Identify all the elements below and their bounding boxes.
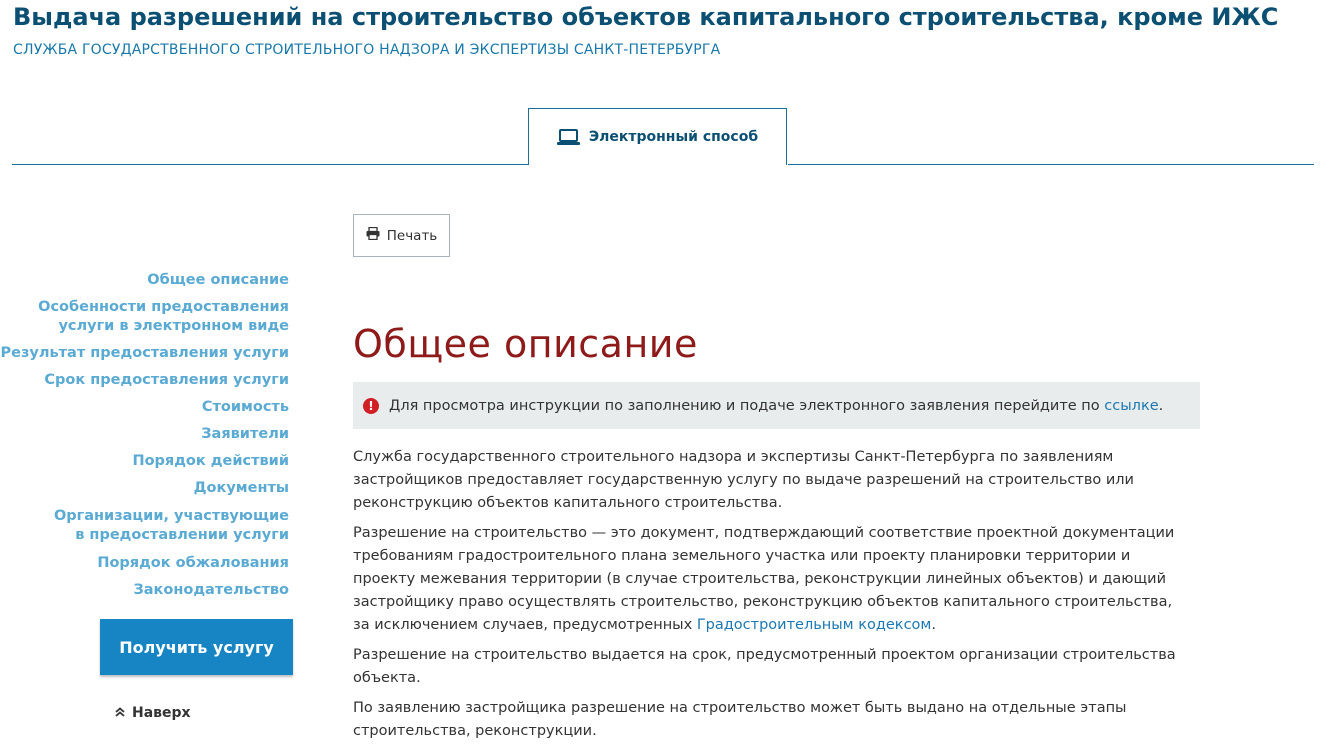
instruction-alert: ! Для просмотра инструкции по заполнению… bbox=[353, 382, 1200, 429]
sidebar-item-term[interactable]: Срок предоставления услуги bbox=[0, 371, 289, 390]
sidebar-item-line: услуги в электронном виде bbox=[58, 318, 289, 334]
paragraph: По заявлению застройщика разрешение на с… bbox=[353, 700, 1127, 739]
sidebar-item-documents[interactable]: Документы bbox=[0, 479, 289, 498]
tab-label: Электронный способ bbox=[588, 129, 759, 145]
description-content: Служба государственного строительного на… bbox=[353, 446, 1193, 750]
tab-divider-left bbox=[12, 164, 529, 165]
print-button[interactable]: Печать bbox=[353, 214, 450, 257]
sidebar-item-organizations[interactable]: Организации, участвующие в предоставлении… bbox=[0, 507, 289, 545]
paragraph-suffix: . bbox=[931, 617, 936, 633]
sidebar-item-appeal[interactable]: Порядок обжалования bbox=[0, 554, 289, 573]
double-chevron-up-icon bbox=[114, 705, 126, 721]
alert-suffix: . bbox=[1158, 397, 1164, 414]
alert-message: Для просмотра инструкции по заполнению и… bbox=[389, 397, 1105, 414]
printer-icon bbox=[366, 226, 380, 244]
paragraph: Разрешение на строительство выдается на … bbox=[353, 647, 1176, 686]
page-subtitle: СЛУЖБА ГОСУДАРСТВЕННОГО СТРОИТЕЛЬНОГО НА… bbox=[13, 42, 721, 58]
print-label: Печать bbox=[386, 227, 438, 244]
sidebar-item-procedure[interactable]: Порядок действий bbox=[0, 452, 289, 471]
laptop-icon bbox=[556, 129, 580, 145]
paragraph: Разрешение на строительство — это докуме… bbox=[353, 522, 1193, 637]
sidebar-item-line: в предоставлении услуги bbox=[75, 527, 289, 543]
instruction-link[interactable]: ссылке bbox=[1104, 398, 1158, 414]
exclamation-icon: ! bbox=[363, 397, 379, 414]
sidebar-item-electronic-features[interactable]: Особенности предоставления услуги в элект… bbox=[0, 298, 289, 336]
sidebar-item-line: Организации, участвующие bbox=[53, 508, 289, 524]
back-to-top-link[interactable]: Наверх bbox=[114, 705, 191, 721]
sidebar-item-applicants[interactable]: Заявители bbox=[0, 425, 289, 444]
get-service-button[interactable]: Получить услугу bbox=[100, 619, 293, 675]
sidebar-item-cost[interactable]: Стоимость bbox=[0, 398, 289, 417]
sidebar-item-result[interactable]: Результат предоставления услуги bbox=[0, 344, 289, 363]
urban-planning-code-link[interactable]: Градостроительным кодексом bbox=[697, 617, 932, 633]
sidebar-item-line: Особенности предоставления bbox=[38, 299, 289, 315]
page-title: Выдача разрешений на строительство объек… bbox=[13, 3, 1279, 31]
sidebar-item-legislation[interactable]: Законодательство bbox=[0, 581, 289, 600]
section-title: Общее описание bbox=[353, 322, 698, 366]
sidebar-item-general-description[interactable]: Общее описание bbox=[0, 271, 289, 290]
tab-electronic[interactable]: Электронный способ bbox=[528, 108, 787, 165]
alert-text: Для просмотра инструкции по заполнению и… bbox=[389, 398, 1163, 414]
paragraph: Служба государственного строительного на… bbox=[353, 449, 1134, 511]
back-to-top-label: Наверх bbox=[132, 705, 191, 721]
tab-divider-right bbox=[788, 164, 1314, 165]
